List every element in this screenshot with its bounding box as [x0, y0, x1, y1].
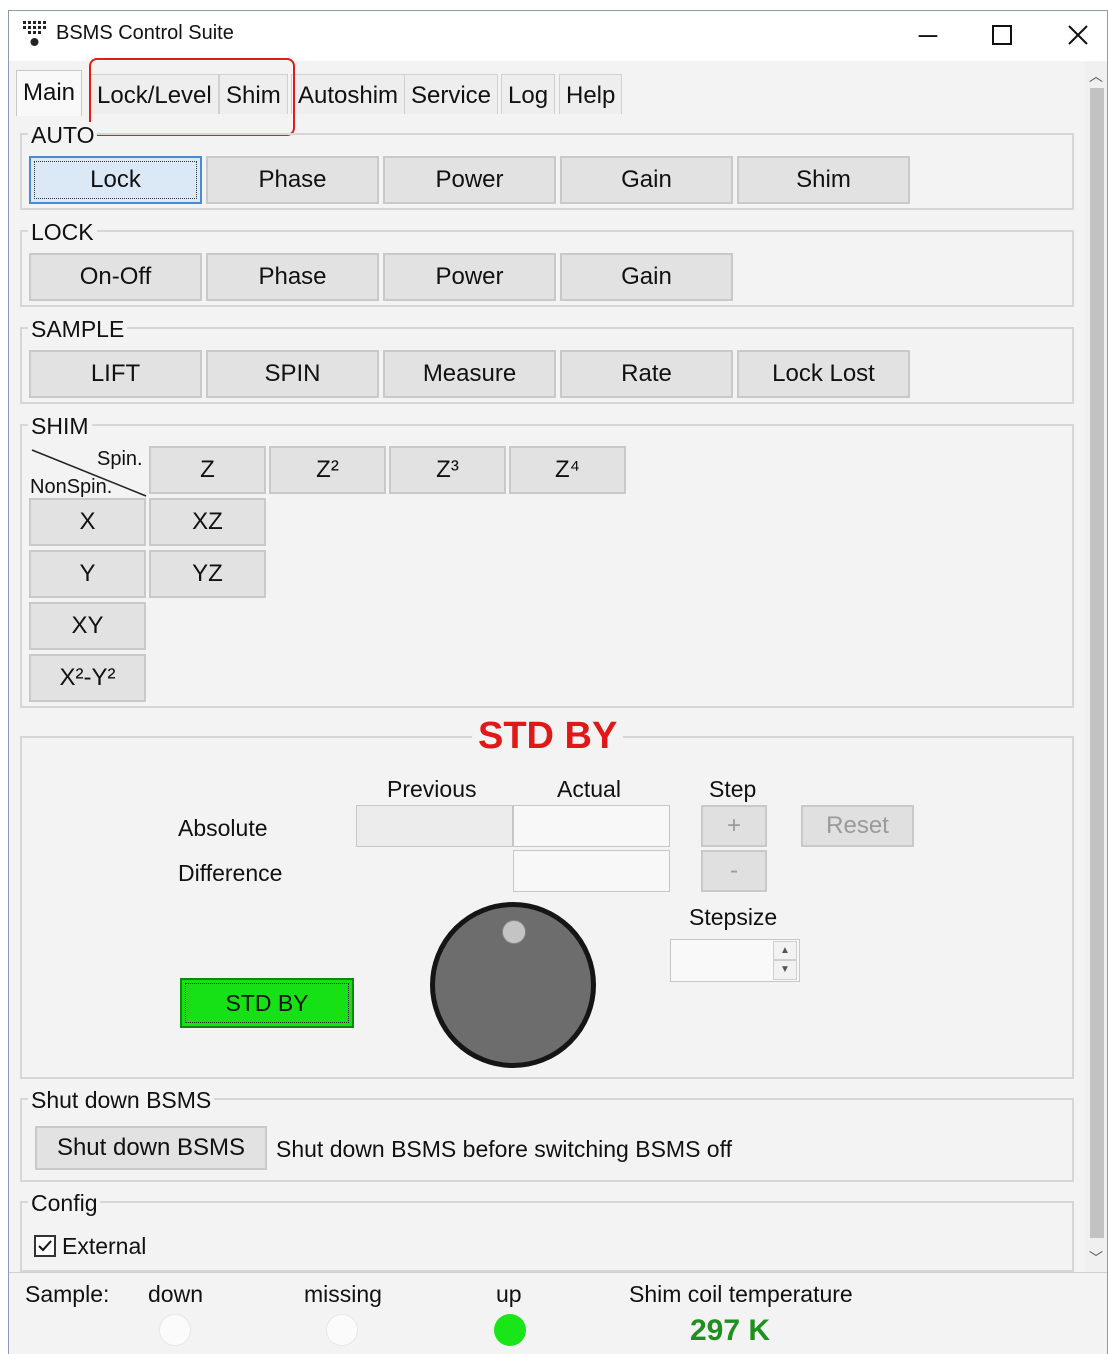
step-minus-button[interactable]: -: [701, 850, 767, 892]
close-icon: [1068, 25, 1088, 45]
lock-power-button[interactable]: Power: [383, 253, 556, 301]
row-difference-label: Difference: [178, 860, 283, 886]
tab-highlight-annotation: [89, 58, 295, 136]
shutdown-note: Shut down BSMS before switching BSMS off: [276, 1136, 732, 1162]
external-checkbox[interactable]: [34, 1235, 56, 1257]
maximize-button[interactable]: [972, 16, 1032, 54]
row-absolute-label: Absolute: [178, 815, 268, 841]
external-label: External: [62, 1233, 147, 1259]
lock-phase-button[interactable]: Phase: [206, 253, 379, 301]
shim-yz-button[interactable]: YZ: [149, 550, 266, 598]
status-up-label: up: [496, 1281, 522, 1307]
scrollbar-thumb[interactable]: [1090, 88, 1104, 1238]
auto-group-title: AUTO: [28, 122, 98, 148]
sample-measure-button[interactable]: Measure: [383, 350, 556, 398]
stepsize-label: Stepsize: [689, 904, 778, 930]
shim-z2-button[interactable]: Z²: [269, 446, 386, 494]
status-down-label: down: [148, 1281, 203, 1307]
absolute-previous-field: [356, 805, 513, 847]
shim-xy-button[interactable]: XY: [29, 602, 146, 650]
maximize-icon: [992, 25, 1012, 45]
spinner-up-icon[interactable]: ▲: [773, 941, 797, 960]
auto-power-button[interactable]: Power: [383, 156, 556, 204]
spinner-down-icon[interactable]: ▼: [773, 960, 797, 980]
tab-autoshim[interactable]: Autoshim: [291, 74, 406, 114]
shutdown-group-title: Shut down BSMS: [28, 1087, 215, 1113]
window-title: BSMS Control Suite: [56, 22, 234, 44]
scroll-down-icon[interactable]: ﹀: [1089, 1248, 1103, 1268]
sample-spin-button[interactable]: SPIN: [206, 350, 379, 398]
checkmark-icon: [38, 1240, 52, 1252]
down-indicator-led: [159, 1314, 191, 1346]
auto-gain-button[interactable]: Gain: [560, 156, 733, 204]
sample-rate-button[interactable]: Rate: [560, 350, 733, 398]
sample-status-label: Sample:: [25, 1281, 110, 1307]
tab-help[interactable]: Help: [559, 74, 623, 114]
sample-group-title: SAMPLE: [28, 316, 128, 342]
close-button[interactable]: [1048, 16, 1108, 54]
col-actual-label: Actual: [557, 776, 621, 802]
config-group: [20, 1201, 1074, 1272]
step-plus-button[interactable]: +: [701, 805, 767, 847]
lock-gain-button[interactable]: Gain: [560, 253, 733, 301]
sample-lift-button[interactable]: LIFT: [29, 350, 202, 398]
auto-lock-button[interactable]: Lock: [29, 156, 202, 204]
lock-group-title: LOCK: [28, 219, 97, 245]
tab-service[interactable]: Service: [404, 74, 499, 114]
difference-actual-field[interactable]: [513, 850, 670, 892]
up-indicator-led: [494, 1314, 526, 1346]
tab-main[interactable]: Main: [16, 70, 83, 116]
auto-shim-button[interactable]: Shim: [737, 156, 910, 204]
auto-phase-button[interactable]: Phase: [206, 156, 379, 204]
config-group-title: Config: [28, 1190, 101, 1216]
shim-x2-y2-button[interactable]: X²-Y²: [29, 654, 146, 702]
control-group-title: STD BY: [472, 715, 624, 758]
absolute-actual-field[interactable]: [513, 805, 670, 847]
shim-z-button[interactable]: Z: [149, 446, 266, 494]
col-previous-label: Previous: [387, 776, 477, 802]
shutdown-bsms-button[interactable]: Shut down BSMS: [35, 1126, 267, 1170]
shim-nonspin-label: NonSpin.: [30, 476, 113, 498]
shim-z3-button[interactable]: Z³: [389, 446, 506, 494]
knob-indicator-dot: [502, 920, 526, 944]
minimize-button[interactable]: ─: [898, 16, 958, 54]
status-missing-label: missing: [304, 1281, 382, 1307]
tab-log[interactable]: Log: [501, 74, 556, 114]
shim-xz-button[interactable]: XZ: [149, 498, 266, 546]
temp-label: Shim coil temperature: [629, 1281, 853, 1307]
col-step-label: Step: [709, 776, 757, 802]
missing-indicator-led: [326, 1314, 358, 1346]
lock-on-off-button[interactable]: On-Off: [29, 253, 202, 301]
shim-x-button[interactable]: X: [29, 498, 146, 546]
shim-z4-button[interactable]: Z⁴: [509, 446, 626, 494]
temp-value: 297 K: [690, 1314, 771, 1347]
std-by-button[interactable]: STD BY: [180, 978, 354, 1028]
shim-y-button[interactable]: Y: [29, 550, 146, 598]
scroll-up-icon[interactable]: ︿: [1089, 66, 1103, 86]
sample-lock-lost-button[interactable]: Lock Lost: [737, 350, 910, 398]
shim-spin-label: Spin.: [97, 448, 143, 470]
keypad-icon: [23, 21, 46, 46]
reset-button[interactable]: Reset: [801, 805, 914, 847]
shim-group-title: SHIM: [28, 413, 92, 439]
